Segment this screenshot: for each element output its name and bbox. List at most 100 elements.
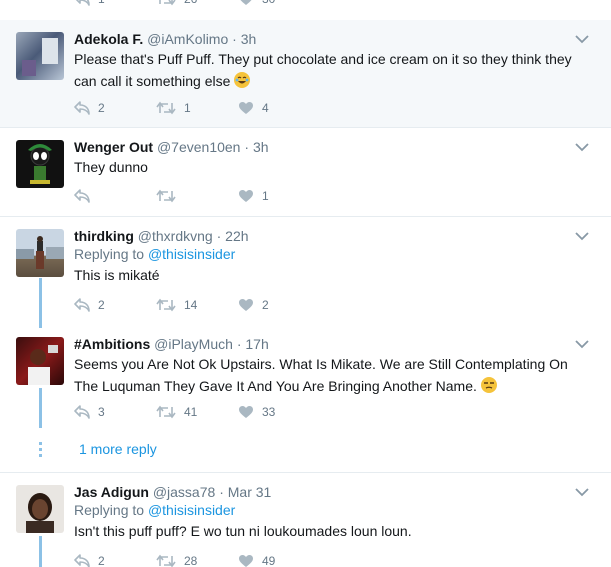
username[interactable]: @thxrdkvng [138, 228, 213, 244]
like-button[interactable]: 33 [238, 405, 320, 419]
replying-to-label: Replying to [74, 246, 145, 262]
previous-tweet-actions: 1 26 30 [0, 0, 611, 20]
like-button[interactable]: 1 [238, 189, 320, 203]
timestamp[interactable]: 22h [225, 228, 248, 244]
reply-count: 3 [98, 405, 105, 419]
username[interactable]: @iAmKolimo [147, 31, 228, 47]
avatar-image [26, 493, 54, 533]
avatar[interactable] [16, 32, 64, 80]
heart-icon [239, 555, 253, 567]
display-name[interactable]: #Ambitions [74, 336, 150, 352]
unamused-emoji-icon [480, 377, 497, 393]
timestamp[interactable]: 3h [241, 31, 257, 47]
tweet-text: This is mikaté [74, 264, 581, 286]
username[interactable]: @iPlayMuch [154, 336, 233, 352]
retweet-icon [156, 405, 176, 419]
replying-to: Replying to @thisisinsider [74, 501, 581, 520]
reply-button[interactable]: 3 [74, 405, 156, 419]
like-count: 30 [262, 0, 275, 6]
like-count: 33 [262, 405, 276, 419]
chevron-down-icon[interactable] [575, 487, 589, 497]
retweet-count: 28 [184, 554, 198, 567]
avatar[interactable] [16, 485, 64, 533]
avatar[interactable] [16, 337, 64, 385]
like-count: 49 [262, 554, 276, 567]
retweet-icon [156, 101, 176, 115]
chevron-down-icon[interactable] [575, 231, 589, 241]
reply-count: 1 [98, 0, 105, 6]
display-name[interactable]: thirdking [74, 228, 134, 244]
reply-count: 2 [98, 101, 105, 115]
separator-dot: · [216, 228, 222, 244]
avatar[interactable] [16, 140, 64, 188]
retweet-button[interactable]: 26 [156, 0, 238, 6]
username[interactable]: @jassa78 [153, 484, 215, 500]
display-name[interactable]: Adekola F. [74, 31, 143, 47]
tweet-header: Wenger Out @7even10en · 3h [74, 138, 581, 156]
separator-dot: · [232, 31, 237, 47]
reply-icon [74, 189, 90, 203]
retweet-count: 14 [184, 298, 198, 312]
chevron-down-icon[interactable] [575, 339, 589, 349]
like-button[interactable]: 2 [238, 298, 320, 312]
heart-icon [239, 406, 253, 418]
heart-icon [239, 299, 253, 311]
chevron-down-icon[interactable] [575, 34, 589, 44]
display-name[interactable]: Wenger Out [74, 139, 153, 155]
reply-icon [74, 298, 90, 312]
like-button[interactable]: 49 [238, 554, 320, 567]
tweet-text: Please that's Puff Puff. They put chocol… [74, 48, 581, 92]
separator-dot: · [244, 139, 250, 155]
avatar-image [16, 236, 64, 269]
retweet-button[interactable]: 1 [156, 101, 238, 115]
like-button[interactable]: 4 [238, 101, 320, 115]
chevron-down-icon[interactable] [575, 142, 589, 152]
display-name[interactable]: Jas Adigun [74, 484, 149, 500]
reply-icon [74, 405, 90, 419]
reply-icon [75, 0, 90, 6]
like-button[interactable]: 30 [238, 0, 320, 6]
replying-to: Replying to @thisisinsider [74, 245, 581, 264]
reply-icon [74, 554, 90, 567]
tweet-text-line: Isn't this puff puff? E wo tun ni loukou… [74, 523, 412, 539]
retweet-icon [156, 189, 176, 203]
like-count: 2 [262, 298, 269, 312]
separator-dot: · [236, 336, 242, 352]
like-count: 1 [262, 189, 269, 203]
reply-button[interactable] [74, 189, 156, 203]
replying-to-link[interactable]: @thisisinsider [148, 502, 235, 518]
avatar-image [28, 144, 52, 184]
timestamp[interactable]: 17h [245, 336, 268, 352]
retweet-icon [159, 0, 176, 6]
username[interactable]: @7even10en [157, 139, 241, 155]
reply-button[interactable]: 2 [74, 554, 156, 567]
tweet-text-line: They dunno [74, 159, 148, 175]
tweet-header: #Ambitions @iPlayMuch · 17h [74, 335, 581, 353]
reply-button[interactable]: 1 [74, 0, 156, 6]
avatar[interactable] [16, 229, 64, 277]
retweet-button[interactable]: 14 [156, 298, 238, 312]
retweet-button[interactable] [156, 189, 238, 203]
tweet[interactable]: Adekola F. @iAmKolimo · 3h Please that's… [0, 20, 611, 128]
tweet-text-line: can call it something else [74, 73, 231, 89]
retweet-count: 41 [184, 405, 198, 419]
tweet-text-line: This is mikaté [74, 267, 160, 283]
retweet-button[interactable]: 41 [156, 405, 238, 419]
reply-button[interactable]: 2 [74, 298, 156, 312]
tweet[interactable]: Jas Adigun @jassa78 · Mar 31 Replying to… [0, 473, 611, 567]
reply-button[interactable]: 2 [74, 101, 156, 115]
tweet-text: Seems you Are Not Ok Upstairs. What Is M… [74, 353, 581, 397]
replying-to-label: Replying to [74, 502, 145, 518]
separator-dot: · [219, 484, 224, 500]
timestamp[interactable]: 3h [253, 139, 269, 155]
tweet[interactable]: thirdking @thxrdkvng · 22h Replying to @… [0, 217, 611, 325]
tweet-text-line: Please that's Puff Puff. They put chocol… [74, 51, 572, 67]
tweet[interactable]: Wenger Out @7even10en · 3h They dunno 1 [0, 128, 611, 217]
timestamp[interactable]: Mar 31 [228, 484, 272, 500]
heart-icon [239, 190, 253, 202]
retweet-button[interactable]: 28 [156, 554, 238, 567]
heart-icon [240, 0, 252, 5]
reply-icon [74, 101, 90, 115]
more-replies-link[interactable]: 1 more reply [79, 441, 157, 457]
replying-to-link[interactable]: @thisisinsider [148, 246, 235, 262]
